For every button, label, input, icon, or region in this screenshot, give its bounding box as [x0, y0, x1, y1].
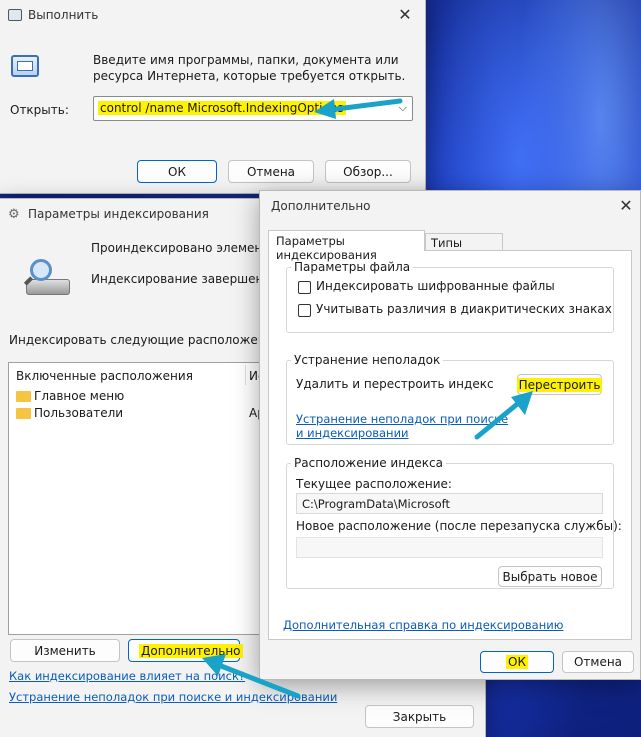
magnifier-drive-icon: [20, 257, 72, 299]
advanced-ok-button[interactable]: ОК: [480, 651, 554, 673]
run-titlebar: Выполнить ✕: [0, 0, 425, 30]
run-ok-button[interactable]: ОК: [137, 160, 217, 183]
rebuild-label: Удалить и перестроить индекс: [296, 377, 494, 391]
indexing-help-link[interactable]: Дополнительная справка по индексированию: [283, 618, 563, 632]
advanced-titlebar: Дополнительно ✕: [260, 191, 640, 221]
run-cancel-button[interactable]: Отмена: [228, 160, 314, 183]
tab-panel: Параметры файла Индексировать шифрованны…: [268, 250, 632, 640]
folder-icon: [16, 391, 31, 402]
folder-icon: [16, 408, 31, 419]
close-button[interactable]: Закрыть: [365, 705, 474, 728]
locations-caption: Индексировать следующие расположения:: [9, 333, 285, 347]
column-header-locations[interactable]: Включенные расположения: [16, 369, 193, 383]
file-settings-group: Параметры файла: [286, 260, 614, 333]
select-new-button[interactable]: Выбрать новое: [498, 566, 602, 587]
list-item[interactable]: Пользователи Ар: [16, 406, 265, 422]
close-icon[interactable]: ✕: [395, 6, 415, 24]
indexing-title: Параметры индексирования: [28, 207, 209, 221]
arrow-annotation-command: [314, 98, 403, 119]
open-label: Открыть:: [10, 103, 69, 117]
run-program-icon: [11, 55, 39, 77]
column-divider[interactable]: [245, 365, 246, 385]
advanced-cancel-button[interactable]: Отмена: [562, 651, 634, 673]
new-location-label: Новое расположение (после перезапуска сл…: [296, 519, 622, 533]
indexing-status: Индексирование завершено.: [91, 272, 275, 286]
list-item[interactable]: Главное меню: [16, 389, 246, 405]
current-location-field: C:\ProgramData\Microsoft: [296, 493, 603, 514]
current-location-label: Текущее расположение:: [296, 477, 452, 491]
diacritics-label[interactable]: Учитывать различия в диакритических знак…: [316, 302, 612, 316]
run-browse-button[interactable]: Обзор...: [325, 160, 411, 183]
run-description: Введите имя программы, папки, документа …: [93, 53, 406, 83]
close-icon[interactable]: ✕: [616, 197, 636, 215]
diacritics-checkbox[interactable]: [298, 304, 311, 317]
encrypted-files-label[interactable]: Индексировать шифрованные файлы: [316, 279, 555, 293]
list-item-name: Пользователи: [34, 406, 124, 420]
tab-file-types[interactable]: Типы файлов: [425, 233, 503, 264]
advanced-options-dialog: Дополнительно ✕ Параметры индексирования…: [259, 190, 641, 680]
run-app-icon: [8, 9, 22, 21]
encrypted-files-checkbox[interactable]: [298, 281, 311, 294]
advanced-title: Дополнительно: [271, 199, 371, 213]
modify-button[interactable]: Изменить: [10, 639, 120, 662]
arrow-annotation-rebuild: [474, 391, 533, 440]
locations-list[interactable]: Включенные расположения Ис Главное меню …: [8, 362, 265, 635]
gear-icon: ⚙: [8, 207, 20, 222]
list-item-name: Главное меню: [34, 389, 125, 403]
run-title: Выполнить: [28, 8, 99, 22]
arrow-annotation-advanced: [202, 654, 301, 699]
new-location-field: [296, 537, 603, 558]
tab-indexing-settings[interactable]: Параметры индексирования: [268, 230, 425, 262]
